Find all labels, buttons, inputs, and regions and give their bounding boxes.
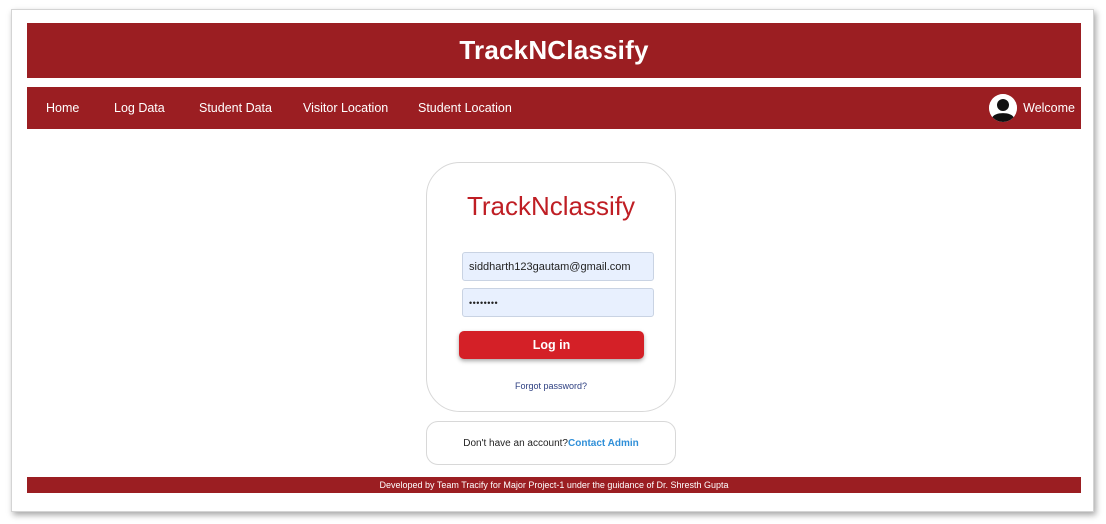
welcome-label: Welcome: [1023, 101, 1075, 115]
footer-text: Developed by Team Tracify for Major Proj…: [379, 480, 729, 490]
password-field[interactable]: [462, 288, 654, 317]
nav-item-log-data[interactable]: Log Data: [114, 101, 165, 115]
user-menu[interactable]: Welcome: [989, 93, 1075, 123]
nav-item-home[interactable]: Home: [46, 101, 79, 115]
login-card: TrackNclassify Log in Forgot password?: [426, 162, 676, 412]
forgot-password-link[interactable]: Forgot password?: [427, 381, 675, 391]
user-avatar-icon[interactable]: [989, 94, 1018, 122]
contact-admin-link[interactable]: Contact Admin: [568, 438, 639, 449]
page-footer: Developed by Team Tracify for Major Proj…: [27, 477, 1081, 493]
app-window: TrackNClassify Home Log Data Student Dat…: [11, 9, 1094, 512]
signup-prompt: Don't have an account?: [463, 437, 568, 449]
site-title: TrackNClassify: [459, 35, 649, 65]
login-button[interactable]: Log in: [459, 331, 644, 359]
nav-item-visitor-location[interactable]: Visitor Location: [303, 101, 388, 115]
login-card-title: TrackNclassify: [466, 191, 636, 221]
site-banner: TrackNClassify: [27, 23, 1081, 78]
signup-card: Don't have an account? Contact Admin: [426, 421, 676, 465]
main-navbar: Home Log Data Student Data Visitor Locat…: [27, 87, 1081, 129]
nav-item-student-location[interactable]: Student Location: [418, 101, 512, 115]
nav-item-student-data[interactable]: Student Data: [199, 101, 272, 115]
email-field[interactable]: [462, 252, 654, 281]
